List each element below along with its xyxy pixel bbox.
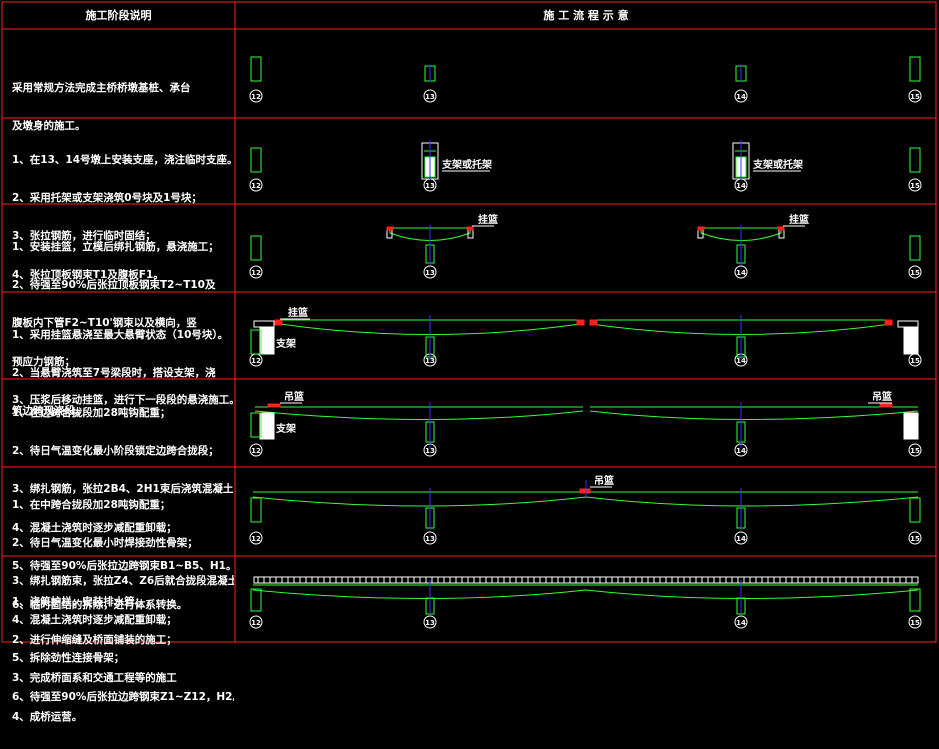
pier	[909, 56, 921, 82]
pier	[909, 588, 921, 612]
label-lifting-basket: 吊篮	[594, 474, 614, 487]
pier-label-15: 15	[910, 182, 920, 190]
counterweight	[579, 488, 591, 494]
pier-label-14: 14	[736, 182, 746, 190]
stage-2-line: 2、采用托架或支架浇筑0号块及1号块；	[12, 191, 202, 204]
side-support	[259, 327, 275, 355]
side-support	[903, 412, 919, 440]
pier-label-15: 15	[910, 619, 920, 627]
header-construction-flow: 施 工 流 程 示 意	[543, 9, 629, 22]
pier-label-15: 15	[910, 535, 920, 543]
pier	[909, 497, 921, 523]
pier-label-14: 14	[736, 269, 746, 277]
label-bracket-support: 支架或托架	[441, 158, 492, 171]
basket-weight	[576, 319, 585, 326]
pier-label-12: 12	[251, 447, 261, 455]
pier-label-14: 14	[736, 447, 746, 455]
stage-7-line: 2、进行伸缩缝及桥面铺装的施工；	[12, 633, 177, 646]
pier	[909, 235, 921, 261]
stage-4-line: 1、采用挂篮悬浇至最大悬臂状态（10号块）。	[12, 328, 229, 341]
pier	[250, 147, 262, 173]
side-support	[259, 412, 275, 440]
pier-label-15: 15	[910, 269, 920, 277]
pier-label-12: 12	[251, 269, 261, 277]
side-span-girder-right	[589, 406, 919, 420]
stage-6-line: 2、待日气温变化最小时焊接劲性骨架；	[12, 536, 198, 549]
stage-7-line: 3、完成桥面系和交通工程等的施工	[12, 672, 177, 685]
pier-label-13: 13	[425, 93, 435, 101]
stage-1-line: 采用常规方法完成主桥桥墩基桩、承台	[12, 81, 191, 94]
label-support: 支架	[275, 422, 296, 435]
counterweight	[267, 403, 281, 408]
stage-5-line: 2、待日气温变化最小阶段锁定边跨合拢段；	[12, 444, 219, 457]
pier-label-12: 12	[251, 182, 261, 190]
basket-weight	[274, 319, 283, 326]
pier-label-12: 12	[251, 357, 261, 365]
stage-4-line: 2、当悬臂浇筑至7号梁段时，搭设支架，浇	[12, 366, 216, 379]
pier-label-14: 14	[736, 535, 746, 543]
basket-weight	[777, 226, 785, 231]
side-span-deck	[897, 320, 919, 328]
pier-label-14: 14	[736, 619, 746, 627]
stage-5-line: 1、在边跨合拢段加28吨钩配重；	[12, 406, 171, 419]
pier	[250, 497, 262, 523]
stage-7-line: 1、浇筑护栏，安装排水管；	[12, 595, 146, 608]
stage-2-line: 1、在13、14号墩上安装支座，浇注临时支座。	[12, 153, 234, 166]
pier-label-13: 13	[425, 535, 435, 543]
pier	[250, 56, 262, 82]
label-hanging-basket: 挂篮	[288, 306, 308, 319]
stage-6-line: 1、在中跨合拢段加28吨钩配重；	[12, 498, 171, 511]
pier-label-13: 13	[425, 182, 435, 190]
pier-label-13: 13	[425, 269, 435, 277]
pier	[250, 588, 262, 612]
label-lifting-basket: 吊篮	[284, 390, 304, 403]
label-support: 支架	[275, 337, 296, 350]
pier-label-15: 15	[910, 447, 920, 455]
basket-weight	[697, 226, 705, 231]
pier-label-13: 13	[425, 619, 435, 627]
pier-label-12: 12	[251, 619, 261, 627]
label-bracket-support: 支架或托架	[752, 158, 803, 171]
label-hanging-basket: 挂篮	[789, 213, 809, 226]
stage-7-line: 4、成桥运营。	[12, 710, 83, 723]
side-span-deck	[253, 320, 275, 328]
basket-weight	[884, 319, 893, 326]
stage-7-description: 1、浇筑护栏，安装排水管； 2、进行伸缩缝及桥面铺装的施工； 3、完成桥面系和交…	[12, 570, 234, 749]
label-lifting-basket: 吊篮	[872, 390, 892, 403]
pier	[909, 147, 921, 173]
finished-girder	[252, 584, 919, 599]
pier-label-14: 14	[736, 93, 746, 101]
stage-3-line: 2、待强至90%后张拉顶板钢束T2~T10及	[12, 278, 216, 291]
pier-label-12: 12	[251, 93, 261, 101]
basket-weight	[589, 319, 598, 326]
stage-3-line: 1、安装挂篮，立模后绑扎钢筋，悬浇施工；	[12, 240, 219, 253]
pier-label-15: 15	[910, 93, 920, 101]
pier	[250, 235, 262, 261]
pier-label-15: 15	[910, 357, 920, 365]
side-span-girder-left	[254, 406, 584, 420]
header-stage-description: 施工阶段说明	[85, 9, 152, 22]
counterweight	[879, 403, 893, 408]
pier-label-12: 12	[251, 535, 261, 543]
side-support	[903, 327, 919, 355]
label-hanging-basket: 挂篮	[478, 213, 498, 226]
basket-weight	[466, 226, 474, 231]
basket-weight	[386, 226, 394, 231]
pier-label-13: 13	[425, 447, 435, 455]
